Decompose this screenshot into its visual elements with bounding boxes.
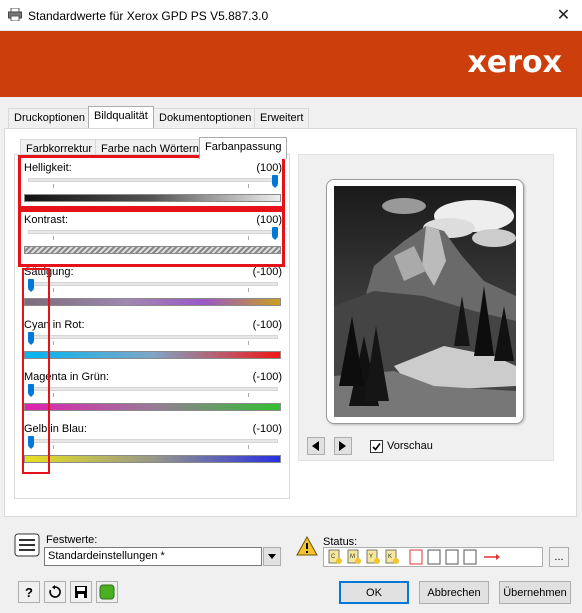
tab-bildqualitaet[interactable]: Bildqualität (88, 106, 154, 128)
presets-label: Festwerte: (46, 534, 98, 546)
mountain-landscape-icon (334, 186, 516, 417)
title-bar: Standardwerte für Xerox GPD PS V5.887.3.… (0, 0, 582, 31)
highlight-box-brightness (18, 155, 285, 209)
slider-tick (248, 445, 249, 449)
brand-banner: xerox (0, 31, 582, 97)
presets-icon (14, 533, 40, 557)
chevron-down-icon (268, 554, 276, 559)
tab-druckoptionen[interactable]: Druckoptionen (8, 108, 91, 128)
slider-track[interactable] (28, 282, 278, 286)
svg-text:Y: Y (369, 554, 373, 560)
tab-farbanpassung[interactable]: Farbanpassung (199, 137, 288, 159)
arrow-left-icon (312, 441, 319, 451)
checkmark-icon (372, 443, 381, 451)
slider-track[interactable] (28, 439, 278, 443)
reset-icon (49, 585, 61, 598)
presets-dropdown-button[interactable] (263, 547, 281, 566)
status-more-button[interactable]: ... (549, 547, 569, 567)
ok-button[interactable]: OK (339, 581, 409, 604)
status-indicators: CMYK (323, 547, 543, 567)
slider-value: (-100) (252, 371, 282, 383)
slider-track[interactable] (28, 335, 278, 339)
tab-dokumentoptionen[interactable]: Dokumentoptionen (153, 108, 258, 128)
xerox-logo: xerox (467, 45, 562, 80)
save-button[interactable] (70, 581, 92, 603)
svg-text:M: M (350, 554, 355, 560)
status-icons-strip: CMYK (328, 549, 500, 565)
slider-tick (53, 445, 54, 449)
preview-checkbox-label: Vorschau (387, 440, 433, 452)
floppy-disk-icon (75, 586, 87, 598)
highlight-box-contrast (18, 209, 285, 267)
slider-value: (-100) (252, 319, 282, 331)
slider-value: (-100) (252, 423, 282, 435)
printer-icon (8, 8, 22, 21)
svg-text:K: K (388, 554, 392, 560)
highlight-box-slider-thumbs (22, 268, 50, 474)
presets-combobox[interactable]: Standardeinstellungen * (44, 547, 262, 566)
arrow-right-icon (339, 441, 346, 451)
cancel-button[interactable]: Abbrechen (419, 581, 489, 604)
slider-value: (-100) (252, 266, 282, 278)
slider-track[interactable] (28, 387, 278, 391)
slider-tick (53, 393, 54, 397)
previous-image-button[interactable] (307, 437, 325, 455)
saturation-gradient-bar (24, 298, 281, 306)
slider-tick (53, 341, 54, 345)
close-button[interactable]: ✕ (545, 0, 582, 30)
magenta-green-gradient-bar (24, 403, 281, 411)
help-button[interactable]: ? (18, 581, 40, 603)
help-icon: ? (25, 584, 33, 600)
apply-button[interactable]: Übernehmen (499, 581, 571, 604)
svg-text:C: C (331, 554, 336, 560)
green-color-button[interactable] (96, 581, 118, 603)
slider-tick (53, 288, 54, 292)
preview-checkbox[interactable] (370, 440, 383, 453)
slider-tick (248, 393, 249, 397)
warning-icon (296, 536, 318, 556)
next-image-button[interactable] (334, 437, 352, 455)
window-title: Standardwerte für Xerox GPD PS V5.887.3.… (28, 9, 269, 23)
slider-tick (248, 288, 249, 292)
yellow-blue-gradient-bar (24, 455, 281, 463)
cyan-red-gradient-bar (24, 351, 281, 359)
green-square-icon (99, 584, 115, 600)
reset-button[interactable] (44, 581, 66, 603)
tab-erweitert[interactable]: Erweitert (254, 108, 310, 128)
slider-tick (248, 341, 249, 345)
